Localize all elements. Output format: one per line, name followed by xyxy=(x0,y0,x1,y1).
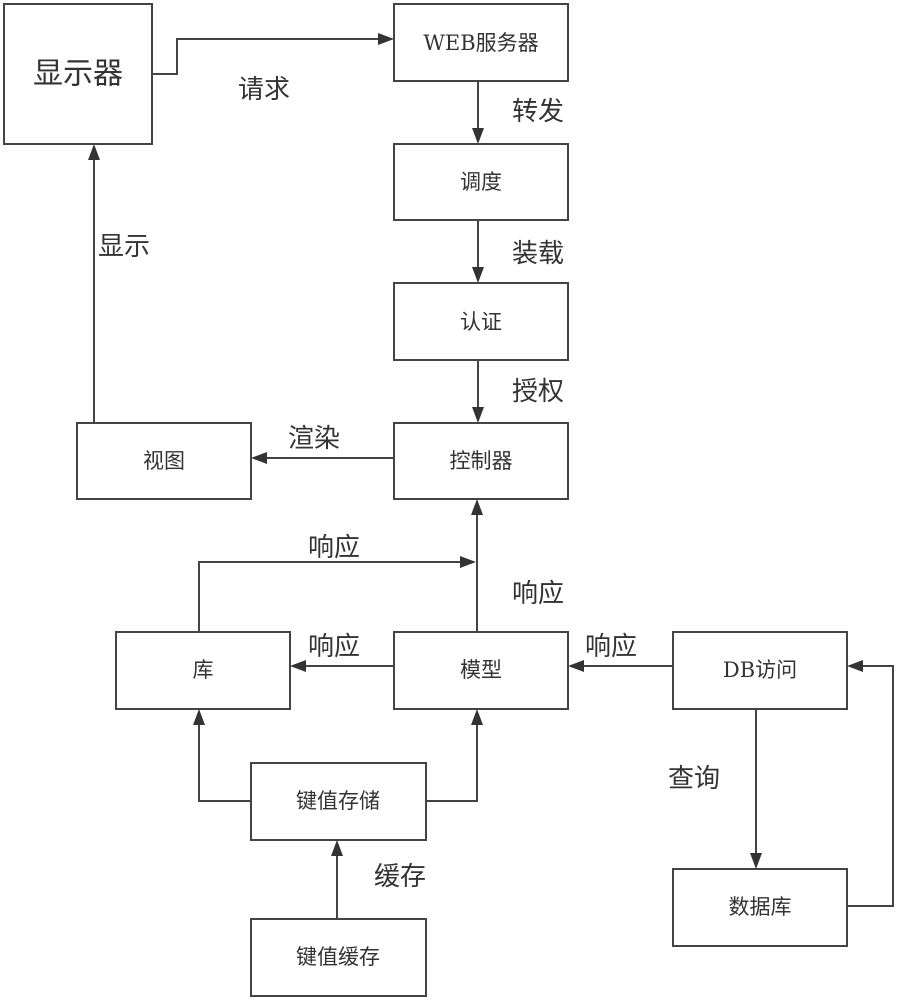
edge-show xyxy=(88,144,100,423)
arrowhead-icon xyxy=(290,660,306,672)
arrowhead-icon xyxy=(472,267,484,283)
edge-request xyxy=(152,33,394,75)
edge-label-render: 渲染 xyxy=(288,424,340,454)
node-kv-cache: 键值缓存 xyxy=(250,918,427,997)
edge-cache xyxy=(331,840,343,919)
node-db-access: DB访问 xyxy=(672,631,848,710)
node-view-label: 视图 xyxy=(143,449,185,473)
node-controller: 控制器 xyxy=(393,422,569,500)
edge-label-model-response: 响应 xyxy=(512,579,564,609)
arrowhead-icon xyxy=(251,452,267,464)
node-library: 库 xyxy=(115,631,291,710)
edge-kvstore-to-model xyxy=(426,709,483,802)
edge-label-query: 查询 xyxy=(668,764,720,794)
node-scheduler: 调度 xyxy=(393,143,569,221)
edge-label-request: 请求 xyxy=(238,75,290,105)
edge-database-return xyxy=(847,660,894,907)
node-web-server: WEB服务器 xyxy=(393,3,569,82)
edge-label-load: 装载 xyxy=(512,239,564,269)
edge-label-cache: 缓存 xyxy=(374,862,426,892)
edge-label-forward: 转发 xyxy=(512,97,564,127)
arrowhead-icon xyxy=(378,33,394,45)
node-database-label: 数据库 xyxy=(729,895,792,919)
architecture-diagram: 显示器 WEB服务器 调度 认证 控制器 视图 库 模型 DB访问 键值存储 数… xyxy=(3,3,894,997)
edge-authorize xyxy=(472,360,484,423)
arrowhead-icon xyxy=(193,709,205,725)
edge-label-authorize: 授权 xyxy=(512,377,564,407)
edge-model-response xyxy=(471,499,483,632)
node-auth-label: 认证 xyxy=(460,310,502,334)
arrowhead-icon xyxy=(847,660,863,672)
edge-forward xyxy=(472,81,484,144)
edge-kvstore-to-library xyxy=(193,709,251,802)
arrowhead-icon xyxy=(331,840,343,856)
node-model-label: 模型 xyxy=(460,658,502,682)
node-kv-cache-label: 键值缓存 xyxy=(296,945,380,969)
node-kv-store: 键值存储 xyxy=(250,762,427,841)
node-web-server-label: WEB服务器 xyxy=(423,31,538,55)
arrowhead-icon xyxy=(88,144,100,160)
edge-label-model-to-library: 响应 xyxy=(308,632,360,662)
arrowhead-icon xyxy=(568,660,584,672)
node-model: 模型 xyxy=(393,631,569,710)
edge-label-show: 显示 xyxy=(98,232,150,262)
node-display: 显示器 xyxy=(3,3,153,145)
arrowhead-icon xyxy=(471,709,483,725)
edge-query xyxy=(750,709,762,869)
node-library-label: 库 xyxy=(193,658,214,682)
arrowhead-icon xyxy=(471,499,483,515)
node-kv-store-label: 键值存储 xyxy=(296,789,380,813)
node-database: 数据库 xyxy=(672,868,848,947)
node-scheduler-label: 调度 xyxy=(460,170,502,194)
node-controller-label: 控制器 xyxy=(450,449,513,473)
arrowhead-icon xyxy=(750,853,762,869)
node-auth: 认证 xyxy=(393,282,569,361)
edge-label-db-response: 响应 xyxy=(585,632,637,662)
edge-library-response xyxy=(198,556,476,632)
node-display-label: 显示器 xyxy=(33,57,123,92)
edge-label-library-response: 响应 xyxy=(308,533,360,563)
arrowhead-icon xyxy=(460,556,476,568)
arrowhead-icon xyxy=(472,407,484,423)
node-view: 视图 xyxy=(76,422,252,500)
edge-load xyxy=(472,220,484,283)
arrowhead-icon xyxy=(472,128,484,144)
node-db-access-label: DB访问 xyxy=(723,658,797,682)
